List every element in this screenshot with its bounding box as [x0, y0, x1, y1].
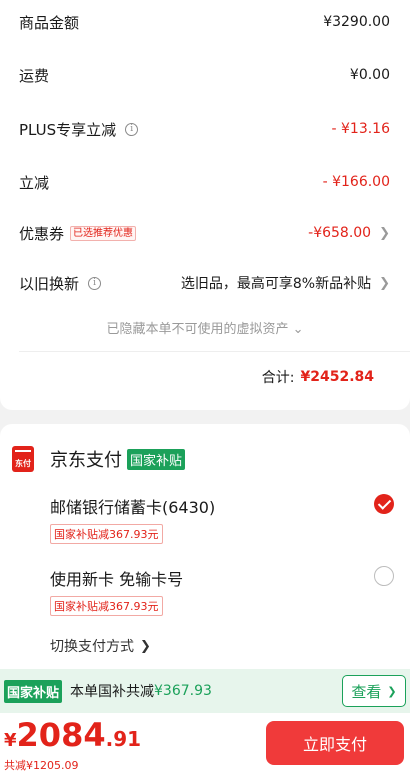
- payment-header: 东付 京东支付 国家补贴: [12, 446, 186, 472]
- instant-discount-value: - ¥166.00: [322, 174, 390, 190]
- row-coupon[interactable]: 优惠券 已选推荐优惠 -¥658.00 ❯: [19, 221, 390, 245]
- order-total: 合计: ¥2452.84: [262, 367, 374, 387]
- plus-discount-label: PLUS专享立减: [19, 120, 117, 139]
- chevron-right-icon: ❯: [379, 275, 390, 291]
- hidden-assets-toggle[interactable]: 已隐藏本单不可使用的虚拟资产 ⌄: [0, 318, 410, 337]
- price-currency: ¥: [4, 730, 17, 751]
- shipping-value: ¥0.00: [349, 67, 390, 83]
- subsidy-text: 本单国补共减: [70, 684, 155, 700]
- subsidy-amount: ¥367.93: [154, 683, 212, 699]
- total-value: ¥2452.84: [300, 369, 374, 385]
- chevron-right-icon: ❯: [140, 638, 151, 654]
- chevron-down-icon: ⌄: [288, 322, 304, 337]
- coupon-value: -¥658.00: [308, 225, 372, 241]
- row-shipping: 运费 ¥0.00: [19, 63, 390, 87]
- row-plus-discount: PLUS专享立减 i - ¥13.16: [19, 117, 390, 141]
- payment-option-name: 使用新卡 免输卡号: [50, 570, 184, 589]
- chevron-right-icon: ❯: [387, 684, 397, 698]
- subsidy-tag: 国家补贴减367.93元: [50, 596, 163, 616]
- total-saved: 共减¥1205.09: [4, 759, 79, 771]
- row-trade-in[interactable]: 以旧换新 i 选旧品，最高可享8%新品补贴 ❯: [19, 271, 390, 295]
- payment-option-name: 邮储银行储蓄卡(6430): [50, 498, 216, 517]
- row-instant-discount: 立减 - ¥166.00: [19, 170, 390, 194]
- checkout-page: 商品金额 ¥3290.00 运费 ¥0.00 PLUS专享立减 i - ¥13.…: [0, 0, 410, 771]
- radio-selected-icon[interactable]: [374, 494, 394, 514]
- switch-payment-method[interactable]: 切换支付方式 ❯: [50, 636, 151, 656]
- recommended-coupon-tag: 已选推荐优惠: [70, 225, 137, 241]
- chevron-right-icon: ❯: [379, 225, 390, 241]
- payment-title: 京东支付: [50, 450, 122, 471]
- shipping-label: 运费: [19, 66, 50, 85]
- price-integer: 2084: [16, 716, 106, 754]
- subsidy-tag: 国家补贴减367.93元: [50, 524, 163, 544]
- jd-pay-logo-icon: 东付: [12, 446, 34, 472]
- gov-subsidy-badge: 国家补贴: [127, 448, 186, 470]
- divider: [19, 351, 410, 352]
- info-icon[interactable]: i: [125, 122, 139, 136]
- instant-discount-label: 立减: [19, 173, 50, 192]
- total-label: 合计:: [261, 370, 295, 386]
- gov-subsidy-badge: 国家补贴: [4, 679, 63, 703]
- payment-option-new-card[interactable]: 使用新卡 免输卡号 国家补贴减367.93元: [50, 566, 394, 616]
- payment-option-postal-card[interactable]: 邮储银行储蓄卡(6430) 国家补贴减367.93元: [50, 494, 394, 544]
- goods-amount-value: ¥3290.00: [323, 14, 390, 30]
- view-subsidy-button[interactable]: 查看 ❯: [342, 675, 406, 707]
- goods-amount-label: 商品金额: [19, 13, 80, 32]
- bottom-bar: ¥ 2084 .91 共减¥1205.09 立即支付: [0, 713, 410, 771]
- price-decimal: .91: [105, 727, 142, 751]
- plus-discount-value: - ¥13.16: [331, 121, 391, 137]
- radio-unselected-icon[interactable]: [374, 566, 394, 586]
- trade-in-label: 以旧换新: [19, 274, 80, 293]
- info-icon[interactable]: i: [88, 276, 102, 290]
- order-summary-card: 商品金额 ¥3290.00 运费 ¥0.00 PLUS专享立减 i - ¥13.…: [0, 0, 410, 410]
- trade-in-value: 选旧品，最高可享8%新品补贴: [180, 276, 372, 292]
- switch-payment-label: 切换支付方式: [50, 639, 134, 655]
- coupon-label: 优惠券: [19, 224, 65, 243]
- final-price: ¥ 2084 .91: [4, 716, 141, 754]
- pay-now-button[interactable]: 立即支付: [266, 721, 404, 765]
- subsidy-bar: 国家补贴 本单国补共减 ¥367.93 查看 ❯: [0, 669, 410, 713]
- row-goods-amount: 商品金额 ¥3290.00: [19, 10, 390, 34]
